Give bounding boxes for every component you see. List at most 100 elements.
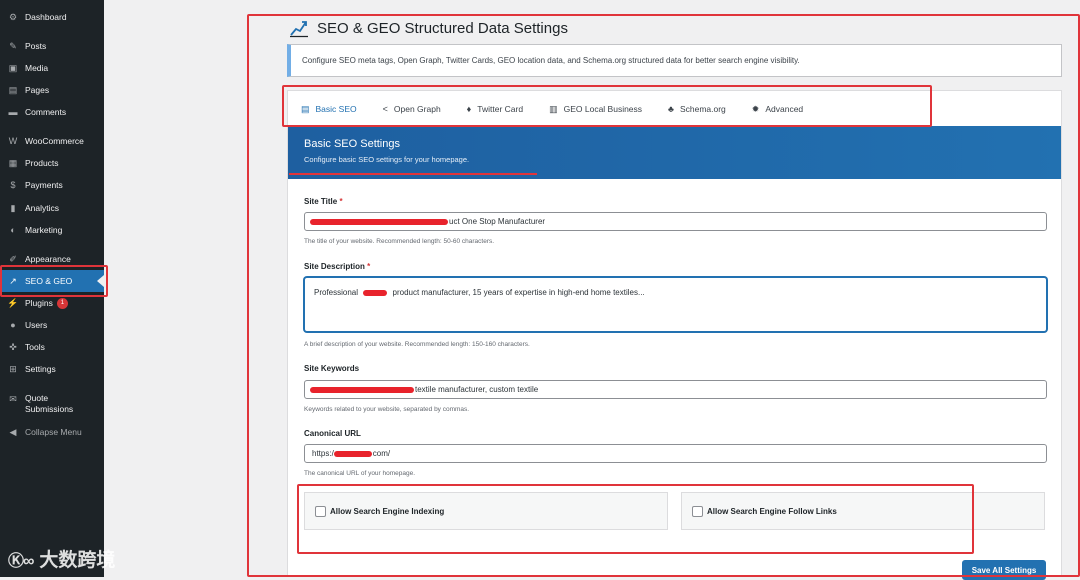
page-title-text: SEO & GEO Structured Data Settings	[317, 19, 568, 37]
site-keywords-label: Site Keywords	[304, 364, 359, 373]
tab-open-graph[interactable]: < Open Graph	[370, 91, 454, 127]
tab-label: Schema.org	[679, 104, 726, 114]
sidebar-item-seo-geo[interactable]: ↗ SEO & GEO	[0, 270, 104, 292]
indexing-option: Allow Search Engine Indexing	[304, 492, 668, 530]
sidebar-item-label: Quote Submissions	[25, 393, 74, 414]
users-icon: ●	[10, 320, 16, 330]
redaction-mark	[333, 450, 372, 457]
sidebar-item-products[interactable]: ▦ Products	[0, 152, 104, 174]
tab-label: Basic SEO	[315, 104, 357, 114]
analytics-icon: ▮	[10, 202, 16, 213]
tab-schema-org[interactable]: ♣ Schema.org	[655, 91, 739, 127]
sidebar-item-dashboard[interactable]: ⚙ Dashboard	[0, 6, 104, 28]
sidebar-item-media[interactable]: ▣ Media	[0, 57, 104, 79]
sidebar-item-label: Pages	[25, 85, 50, 95]
sidebar-item-label: Collapse Menu	[25, 427, 82, 437]
indexing-checkbox[interactable]	[315, 505, 326, 517]
sidebar-item-label: Posts	[25, 41, 47, 51]
canonical-url-value: com/	[372, 449, 391, 458]
site-title-value: uct One Stop Manufacturer	[449, 217, 546, 226]
chart-line-icon: ↗	[9, 275, 17, 286]
sidebar-item-label: Media	[25, 63, 49, 73]
page-title: SEO & GEO Structured Data Settings	[289, 18, 568, 38]
brush-icon: ✐	[9, 253, 17, 264]
site-keywords-help: Keywords related to your website, separa…	[304, 406, 470, 413]
site-title-input[interactable]: uct One Stop Manufacturer	[304, 212, 1047, 231]
site-keywords-input[interactable]: textile manufacturer, custom textile	[304, 380, 1047, 399]
site-title-label-text: Site Title	[304, 197, 338, 206]
site-description-label-text: Site Description	[304, 262, 365, 271]
sidebar-item-posts[interactable]: ✎ Posts	[0, 35, 104, 57]
plugin-icon: ⚡	[7, 297, 19, 308]
canonical-url-label-text: Canonical URL	[304, 429, 361, 438]
canonical-url-prefix: https:/	[312, 449, 334, 458]
marketing-icon: ◐	[10, 225, 16, 235]
sidebar-item-label: Settings	[25, 364, 56, 374]
sidebar-item-settings[interactable]: ⊞ Settings	[0, 358, 104, 380]
sidebar-item-marketing[interactable]: ◐ Marketing	[0, 219, 104, 241]
save-all-settings-button[interactable]: Save All Settings	[962, 560, 1046, 580]
collapse-icon: ◀	[9, 426, 17, 437]
tab-geo-local-business[interactable]: ▥ GEO Local Business	[536, 91, 655, 127]
sidebar-item-label: Analytics	[25, 203, 60, 213]
sidebar-item-label: Comments	[25, 107, 67, 117]
sidebar-item-plugins[interactable]: ⚡ Plugins 1	[0, 292, 104, 314]
site-description-help: A brief description of your website. Rec…	[304, 341, 530, 348]
sidebar-item-comments[interactable]: ▬ Comments	[0, 101, 104, 123]
follow-links-option: Allow Search Engine Follow Links	[681, 492, 1045, 530]
watermark-text: 大数跨境	[39, 550, 116, 571]
site-keywords-value: textile manufacturer, custom textile	[415, 385, 539, 394]
sidebar-item-analytics[interactable]: ▮ Analytics	[0, 197, 104, 219]
media-icon: ▣	[8, 62, 18, 73]
sidebar-item-quote-submissions[interactable]: ✉ Quote Submissions	[0, 389, 104, 417]
watermark-logo-icon: Ⓚ∞	[8, 552, 34, 570]
sidebar-item-tools[interactable]: ✜ Tools	[0, 336, 104, 358]
products-icon: ▦	[8, 157, 18, 168]
tab-twitter-card[interactable]: ♦ Twitter Card	[454, 91, 536, 127]
sidebar-item-label: Marketing	[25, 225, 63, 235]
site-description-prefix: Professional	[314, 288, 359, 297]
pages-icon: ▤	[8, 84, 18, 95]
sidebar-item-label: Payments	[25, 180, 63, 190]
follow-links-label[interactable]: Allow Search Engine Follow Links	[707, 507, 837, 516]
store-icon: ▥	[549, 103, 558, 114]
redaction-mark	[310, 218, 448, 225]
chart-line-icon	[290, 21, 308, 38]
sidebar-item-payments[interactable]: $ Payments	[0, 174, 104, 196]
notice-text: Configure SEO meta tags, Open Graph, Twi…	[302, 56, 800, 65]
tab-basic-seo[interactable]: ▤ Basic SEO	[288, 91, 370, 127]
wrench-icon: ✜	[9, 341, 17, 352]
redaction-mark	[363, 289, 388, 296]
site-title-help: The title of your website. Recommended l…	[304, 238, 495, 245]
sidebar-item-label: Appearance	[25, 254, 71, 264]
site-description-label: Site Description *	[304, 262, 370, 271]
sidebar-item-label: Tools	[25, 342, 45, 352]
admin-sidebar: ⚙ Dashboard ✎ Posts ▣ Media ▤ Pages ▬ Co…	[0, 0, 104, 577]
follow-links-checkbox[interactable]	[692, 505, 703, 517]
site-title-label: Site Title *	[304, 197, 343, 206]
canonical-url-input[interactable]: https:/ com/	[304, 444, 1047, 463]
sidebar-item-users[interactable]: ● Users	[0, 314, 104, 336]
comments-icon: ▬	[8, 107, 18, 117]
section-header: Basic SEO Settings Configure basic SEO s…	[288, 126, 1061, 179]
sidebar-item-pages[interactable]: ▤ Pages	[0, 79, 104, 101]
sidebar-item-woocommerce[interactable]: W WooCommerce	[0, 130, 104, 152]
tab-label: Open Graph	[393, 104, 441, 114]
indexing-label[interactable]: Allow Search Engine Indexing	[330, 507, 444, 516]
tab-advanced[interactable]: ✹ Advanced	[739, 91, 816, 127]
tab-label: Advanced	[765, 104, 804, 114]
sidebar-item-label: Plugins	[25, 298, 53, 308]
sidebar-item-label: WooCommerce	[25, 136, 84, 146]
collapse-menu-button[interactable]: ◀ Collapse Menu	[0, 421, 104, 443]
woocommerce-icon: W	[8, 136, 18, 146]
site-description-textarea[interactable]: Professional product manufacturer, 15 ye…	[304, 277, 1047, 332]
sidebar-item-label: Users	[25, 320, 48, 330]
annotation-underline	[289, 173, 537, 175]
section-title: Basic SEO Settings	[304, 138, 400, 150]
sidebar-item-appearance[interactable]: ✐ Appearance	[0, 248, 104, 270]
canonical-url-label: Canonical URL	[304, 429, 361, 438]
tab-bar: ▤ Basic SEO < Open Graph ♦ Twitter Card …	[288, 91, 1061, 127]
payments-icon: $	[10, 180, 16, 190]
sidebar-item-label: Dashboard	[25, 12, 67, 22]
watermark: Ⓚ∞ 大数跨境	[8, 545, 115, 572]
